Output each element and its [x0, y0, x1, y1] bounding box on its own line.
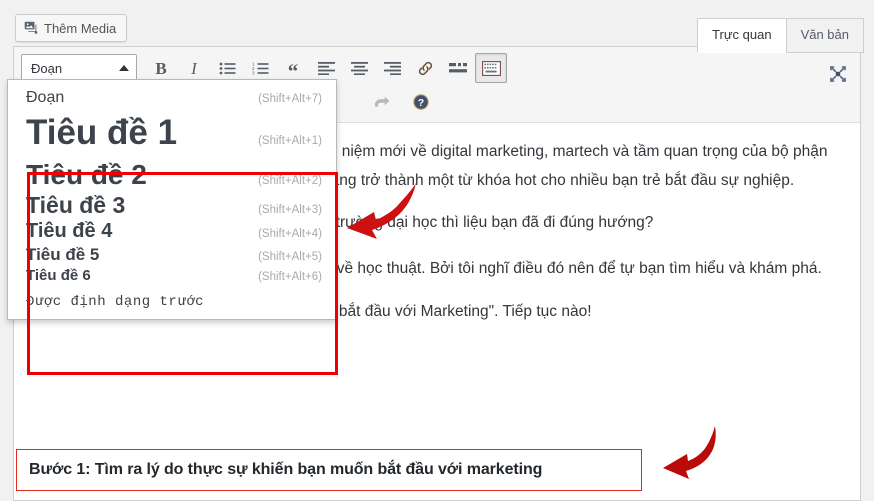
- screenshot-root: Thêm Media Trực quan Văn bản Đoạn B I 1 …: [0, 0, 874, 501]
- format-option-heading-4-accel: (Shift+Alt+4): [258, 228, 322, 241]
- format-select-value: Đoạn: [31, 60, 63, 76]
- tab-text-label: Văn bản: [800, 27, 849, 42]
- format-select[interactable]: Đoạn: [21, 54, 137, 82]
- format-option-heading-6-accel: (Shift+Alt+6): [258, 270, 322, 283]
- add-media-button[interactable]: Thêm Media: [15, 14, 128, 42]
- format-option-paragraph-label: Đoạn: [26, 89, 65, 106]
- italic-glyph: I: [191, 58, 197, 78]
- format-option-heading-2[interactable]: Tiêu đề 2 (Shift+Alt+2): [8, 158, 336, 191]
- align-center-icon: [350, 61, 368, 75]
- format-option-heading-2-accel: (Shift+Alt+2): [258, 174, 322, 187]
- tab-visual[interactable]: Trực quan: [697, 18, 787, 54]
- align-center-button[interactable]: [343, 53, 375, 83]
- align-right-button[interactable]: [376, 53, 408, 83]
- editor-mode-tabs: Trực quan Văn bản: [697, 18, 864, 54]
- read-more-icon: [449, 61, 467, 75]
- tab-visual-label: Trực quan: [712, 27, 772, 42]
- annotation-highlight-heading-block: Bước 1: Tìm ra lý do thực sự khiến bạn m…: [16, 449, 642, 491]
- keyboard-toolbar-icon: [481, 60, 501, 76]
- format-option-paragraph[interactable]: Đoạn (Shift+Alt+7): [8, 86, 336, 113]
- caret-up-icon: [119, 65, 129, 71]
- svg-text:?: ?: [418, 97, 424, 109]
- format-option-heading-1-label: Tiêu đề 1: [26, 112, 178, 152]
- fullscreen-icon: [829, 65, 847, 86]
- format-option-heading-6[interactable]: Tiêu đề 6 (Shift+Alt+6): [8, 266, 336, 286]
- align-left-icon: [317, 61, 335, 75]
- format-option-preformatted[interactable]: Được định dạng trước: [8, 286, 336, 316]
- help-button[interactable]: ?: [405, 87, 437, 117]
- blockquote-glyph: “: [287, 58, 299, 83]
- read-more-button[interactable]: [442, 53, 474, 83]
- format-option-heading-3-label: Tiêu đề 3: [26, 191, 126, 218]
- align-right-icon: [383, 61, 401, 75]
- toggle-toolbar-button[interactable]: [475, 53, 507, 83]
- help-icon: ?: [413, 94, 429, 110]
- add-media-icon: [24, 21, 38, 35]
- format-option-heading-3-accel: (Shift+Alt+3): [258, 203, 322, 216]
- add-media-label: Thêm Media: [44, 20, 117, 36]
- tab-text[interactable]: Văn bản: [785, 18, 864, 54]
- redo-button[interactable]: [366, 87, 398, 117]
- format-option-heading-5[interactable]: Tiêu đề 5 (Shift+Alt+5): [8, 244, 336, 266]
- format-option-heading-4[interactable]: Tiêu đề 4 (Shift+Alt+4): [8, 219, 336, 244]
- format-option-heading-6-label: Tiêu đề 6: [26, 266, 91, 284]
- bulleted-list-icon: [219, 61, 236, 76]
- svg-text:3: 3: [252, 70, 255, 75]
- redo-icon: [374, 95, 390, 109]
- format-option-heading-1-accel: (Shift+Alt+1): [258, 134, 322, 147]
- format-option-heading-3[interactable]: Tiêu đề 3 (Shift+Alt+3): [8, 191, 336, 219]
- format-option-preformatted-label: Được định dạng trước: [26, 293, 205, 310]
- format-option-heading-2-label: Tiêu đề 2: [26, 158, 147, 190]
- insert-link-button[interactable]: [409, 53, 441, 83]
- heading-block-text: Bước 1: Tìm ra lý do thực sự khiến bạn m…: [29, 461, 543, 478]
- format-option-paragraph-accel: (Shift+Alt+7): [258, 93, 322, 105]
- format-option-heading-5-accel: (Shift+Alt+5): [258, 251, 322, 264]
- link-icon: [417, 60, 434, 77]
- bold-glyph: B: [155, 58, 167, 78]
- format-dropdown-menu[interactable]: Đoạn (Shift+Alt+7) Tiêu đề 1 (Shift+Alt+…: [7, 79, 337, 321]
- distraction-free-button[interactable]: [824, 61, 852, 89]
- numbered-list-icon: 1 2 3: [252, 61, 269, 76]
- format-option-heading-5-label: Tiêu đề 5: [26, 245, 100, 265]
- format-option-heading-1[interactable]: Tiêu đề 1 (Shift+Alt+1): [8, 113, 336, 158]
- format-option-heading-4-label: Tiêu đề 4: [26, 220, 113, 243]
